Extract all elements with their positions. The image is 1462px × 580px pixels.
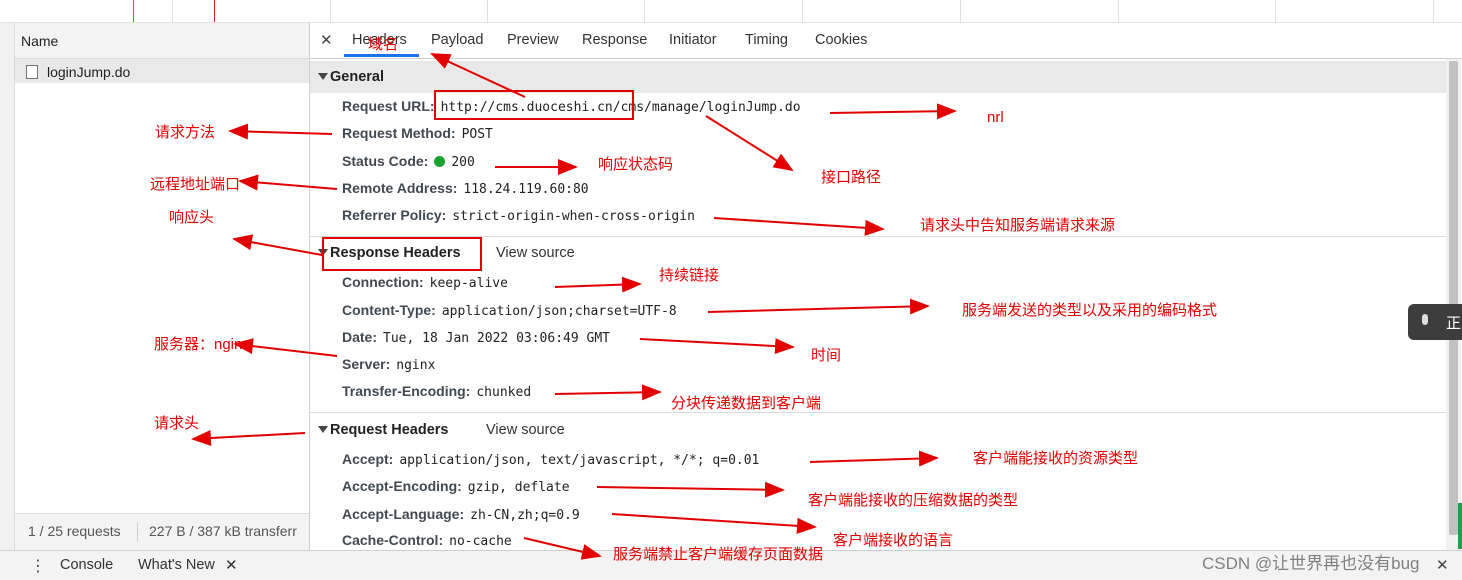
arrow-cache — [523, 537, 602, 560]
arrow-url — [829, 103, 957, 120]
annotation-response-headers: 响应头 — [169, 209, 215, 226]
arrow-method — [228, 123, 333, 140]
annotation-content-type: 服务端发送的类型以及采用的编码格式 — [962, 302, 1218, 319]
annotation-domain: 域名 — [368, 36, 399, 53]
arrow-server — [233, 338, 338, 357]
arrow-content-type — [707, 298, 930, 315]
arrow-chunked — [554, 384, 662, 401]
annotation-encoding: 客户端能接收的压缩数据的类型 — [808, 492, 1019, 509]
annotation-referrer: 请求头中告知服务端请求来源 — [920, 217, 1116, 234]
annotation-request-headers: 请求头 — [154, 415, 200, 432]
annotation-server: 服务器：nginx — [154, 336, 250, 353]
annotation-accept: 客户端能接收的资源类型 — [973, 450, 1139, 467]
arrow-request-headers — [191, 430, 306, 447]
annotation-arrows — [191, 53, 957, 560]
arrow-date — [639, 338, 795, 355]
annotation-chunked: 分块传递数据到客户端 — [671, 395, 822, 412]
arrow-language — [611, 513, 817, 534]
annotation-keepalive: 持续链接 — [659, 267, 720, 284]
arrow-referrer — [713, 217, 885, 236]
annotation-method: 请求方法 — [155, 124, 216, 141]
arrow-encoding — [596, 481, 785, 498]
annotation-remote: 远程地址端口 — [150, 176, 241, 193]
arrow-path — [705, 115, 794, 172]
annotation-status: 响应状态码 — [598, 156, 674, 173]
arrow-response-headers — [232, 234, 323, 256]
annotation-language: 客户端接收的语言 — [833, 532, 954, 549]
annotation-path: 接口路径 — [821, 169, 882, 186]
arrow-keepalive — [554, 276, 642, 293]
annotation-date: 时间 — [811, 347, 842, 364]
arrow-accept — [809, 450, 939, 467]
arrow-domain — [430, 53, 526, 98]
arrow-remote — [238, 174, 338, 191]
annotation-cache: 服务端禁止客户端缓存页面数据 — [613, 546, 824, 563]
annotation-url: nrl — [987, 109, 1004, 126]
